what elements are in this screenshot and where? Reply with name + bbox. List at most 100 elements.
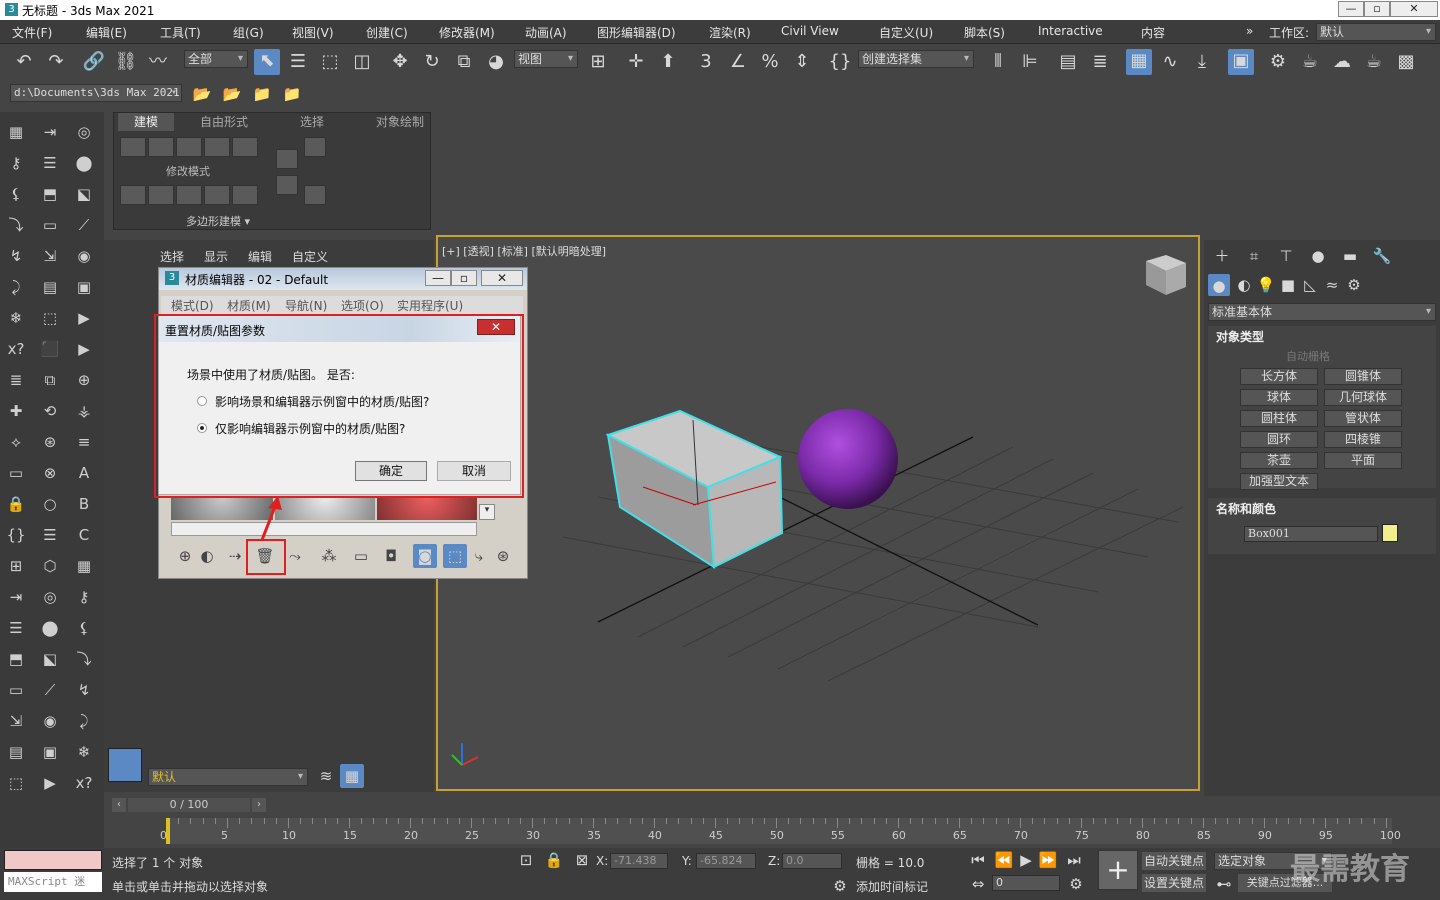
mated-menu-utilities[interactable]: 实用程序(U) (397, 297, 463, 314)
time-next-icon[interactable]: › (252, 798, 266, 812)
layer-icon[interactable]: ≋ (314, 764, 338, 788)
show-end-result-icon[interactable]: ◙ (413, 544, 437, 568)
play-icon[interactable]: ▶ (1014, 848, 1038, 872)
toggle-ribbon-icon[interactable]: ▦ (1126, 49, 1152, 75)
angle-snap-icon[interactable]: ∠ (726, 50, 750, 74)
ribbon-side-2-icon[interactable] (276, 175, 298, 195)
ribbon-side-4-icon[interactable] (304, 185, 326, 205)
key-mode-icon[interactable]: ⇔ (966, 872, 990, 896)
material-editor-icon[interactable]: ▣ (1228, 49, 1254, 75)
left-tool-25-icon[interactable]: ⧉ (38, 368, 62, 392)
left-tool-59-icon[interactable]: ⤸ (72, 709, 96, 733)
undo-icon[interactable]: ↶ (12, 50, 36, 74)
left-tool-50-icon[interactable]: ⚸ (72, 616, 96, 640)
left-tool-26-icon[interactable]: ⊕ (72, 368, 96, 392)
geosphere-button[interactable]: 几何球体 (1324, 389, 1402, 406)
shapes-icon[interactable]: ◐ (1232, 273, 1256, 297)
hierarchy-tab-icon[interactable]: ⊤ (1274, 244, 1298, 268)
ribbon-tab-modeling[interactable]: 建模 (118, 113, 174, 131)
render-production-icon[interactable]: ☁ (1330, 50, 1354, 74)
align-icon[interactable]: ⊫ (1018, 50, 1042, 74)
torus-button[interactable]: 圆环 (1240, 431, 1318, 448)
motion-tab-icon[interactable]: ● (1306, 244, 1330, 268)
mated-menu-modes[interactable]: 模式(D) (171, 297, 214, 314)
left-tool-33-icon[interactable]: ▭ (4, 461, 28, 485)
systems-icon[interactable]: ⚙ (1342, 273, 1366, 297)
current-frame-field[interactable]: 0 (992, 875, 1060, 891)
ribbon-side-1-icon[interactable] (276, 149, 298, 169)
mated-maximize-button[interactable]: ▫ (451, 270, 477, 286)
left-tool-47-icon[interactable]: ⚷ (72, 585, 96, 609)
plane-button[interactable]: 平面 (1324, 452, 1402, 469)
left-tool-32-icon[interactable]: ≡ (72, 430, 96, 454)
left-tool-13-icon[interactable]: ⇲ (38, 244, 62, 268)
menu-file[interactable]: 文件(F) (12, 24, 52, 41)
left-tool-15-icon[interactable]: ⤸ (4, 275, 28, 299)
go-to-start-icon[interactable]: ⏮ (966, 848, 990, 872)
scale-icon[interactable]: ⧉ (452, 50, 476, 74)
time-config-icon[interactable]: ⚙ (1064, 872, 1088, 896)
sphere-button[interactable]: 球体 (1240, 389, 1318, 406)
prev-frame-icon[interactable]: ⏪ (992, 848, 1016, 872)
select-by-name-icon[interactable]: ☰ (286, 50, 310, 74)
menu-content[interactable]: 内容 (1141, 24, 1165, 41)
left-tool-23-icon[interactable]: ▶ (72, 337, 96, 361)
left-tool-53-icon[interactable]: ⤵ (72, 647, 96, 671)
lights-icon[interactable]: 💡 (1254, 273, 1278, 297)
ribbon-polygon-modeling[interactable]: 多边形建模 ▾ (186, 213, 250, 229)
border-icon[interactable] (176, 137, 202, 157)
material-id-icon[interactable]: ▭ (349, 544, 373, 568)
display-tab-icon[interactable]: ▬ (1338, 244, 1362, 268)
explorer-tab-customize[interactable]: 自定义 (292, 248, 328, 265)
left-tool-65-icon[interactable]: x? (72, 771, 96, 795)
auto-key-button[interactable]: 自动关键点 (1142, 852, 1206, 870)
left-tool-19-icon[interactable]: ⬚ (38, 306, 62, 330)
left-tool-28-icon[interactable]: ⟲ (38, 399, 62, 423)
left-tool-18-icon[interactable]: ❄ (4, 306, 28, 330)
name-color-title[interactable]: 名称和颜色 (1216, 500, 1276, 517)
maxscript-mini-listener[interactable]: MAXScript 迷 (4, 872, 102, 892)
left-tool-43-icon[interactable]: ⬡ (38, 554, 62, 578)
left-tool-56-icon[interactable]: ↯ (72, 678, 96, 702)
reference-coord-dropdown[interactable]: 视图 (514, 50, 578, 68)
link-icon[interactable]: 🔗 (82, 50, 106, 74)
left-tool-24-icon[interactable]: ≣ (4, 368, 28, 392)
autogrid-checkbox[interactable]: 自动栅格 (1286, 348, 1330, 364)
sample-scroll-down-icon[interactable]: ▾ (479, 504, 495, 520)
object-name-field[interactable]: Box001 (1244, 526, 1378, 542)
left-tool-41-icon[interactable]: C (72, 523, 96, 547)
perspective-viewport[interactable]: [+] [透视] [标准] [默认明暗处理] (436, 235, 1200, 791)
left-tool-38-icon[interactable]: B (72, 492, 96, 516)
left-tool-39-icon[interactable]: {} (4, 523, 28, 547)
absolute-mode-icon[interactable]: ⊠ (570, 848, 594, 872)
rotate-icon[interactable]: ↻ (420, 50, 444, 74)
left-tool-7-icon[interactable]: ⬒ (38, 182, 62, 206)
left-tool-22-icon[interactable]: ⬛ (38, 337, 62, 361)
ribbon-tool-1-icon[interactable] (120, 185, 146, 205)
select-by-material-icon[interactable]: ⊛ (491, 544, 515, 568)
left-tool-61-icon[interactable]: ▣ (38, 740, 62, 764)
placement-icon[interactable]: ◕ (484, 50, 508, 74)
left-tool-48-icon[interactable]: ☰ (4, 616, 28, 640)
set-key-big-icon[interactable]: + (1098, 850, 1138, 890)
box-button[interactable]: 长方体 (1240, 368, 1318, 385)
rect-selection-icon[interactable]: ⬚ (318, 50, 342, 74)
left-tool-6-icon[interactable]: ⚸ (4, 182, 28, 206)
unlink-icon[interactable]: ⛓ (114, 50, 138, 74)
left-tool-63-icon[interactable]: ⬚ (4, 771, 28, 795)
project-new-icon[interactable]: 📂 (190, 82, 214, 106)
left-tool-51-icon[interactable]: ⬒ (4, 647, 28, 671)
left-tool-49-icon[interactable]: ⬤ (38, 616, 62, 640)
object-color-swatch[interactable] (1382, 524, 1398, 542)
left-tool-57-icon[interactable]: ⇲ (4, 709, 28, 733)
rendered-frame-icon[interactable]: ☕ (1298, 50, 1322, 74)
pyramid-button[interactable]: 四棱锥 (1324, 431, 1402, 448)
tube-button[interactable]: 管状体 (1324, 410, 1402, 427)
layer-dropdown[interactable]: 默认 (148, 768, 308, 786)
track-bar[interactable]: 0 5 10 15 20 25 30 35 40 45 50 55 60 65 70 75 80 85 90 95 10… (160, 818, 1401, 844)
menu-customize[interactable]: 自定义(U) (879, 24, 933, 41)
menu-group[interactable]: 组(G) (233, 24, 264, 41)
left-tool-52-icon[interactable]: ⬕ (38, 647, 62, 671)
time-tag-icon[interactable]: ⚙ (828, 874, 852, 898)
left-tool-58-icon[interactable]: ◉ (38, 709, 62, 733)
